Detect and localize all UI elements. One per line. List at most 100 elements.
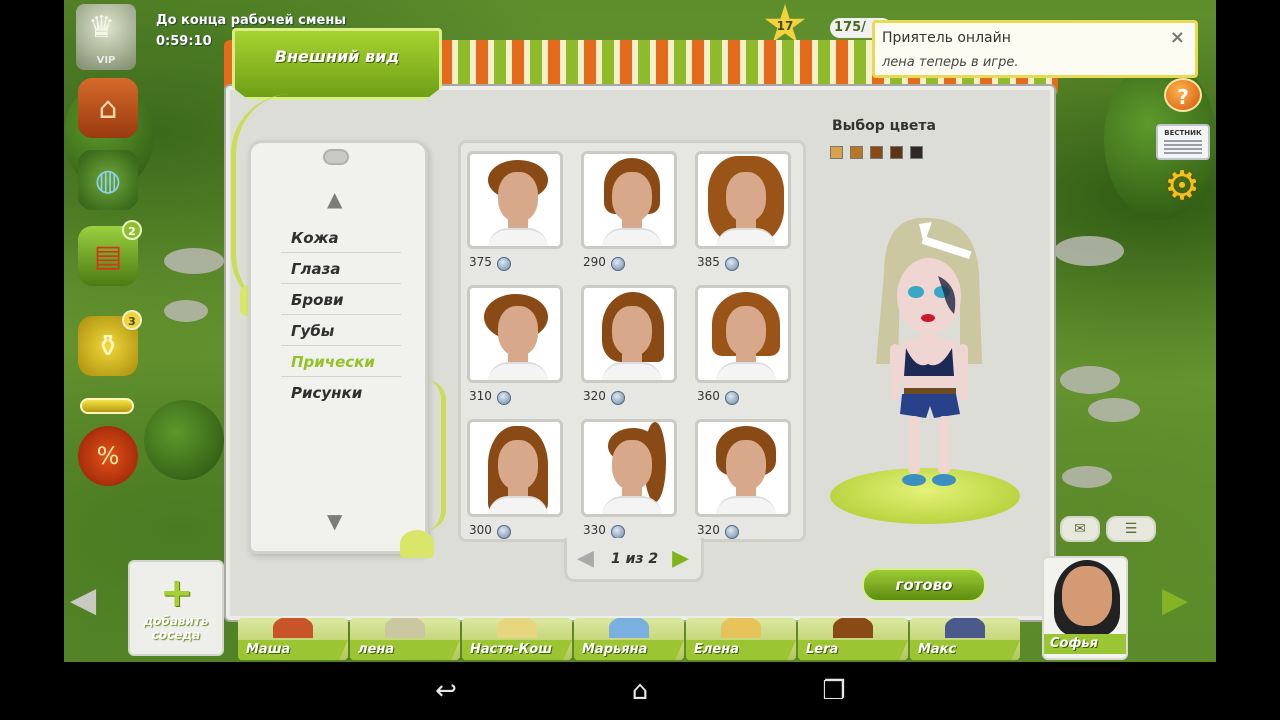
neighbor-card[interactable]: Lera: [798, 618, 908, 660]
avatar: [945, 618, 985, 638]
rope-tassel: [400, 530, 434, 558]
neighbor-card[interactable]: Макс: [910, 618, 1020, 660]
color-swatch[interactable]: [870, 146, 883, 159]
color-swatch[interactable]: [910, 146, 923, 159]
avatar-shirt: [716, 228, 776, 246]
hairstyle-card[interactable]: [695, 419, 791, 517]
crown-icon: ♛: [88, 10, 115, 45]
plus-icon: +: [160, 570, 194, 616]
hairstyle-price: 330: [583, 523, 606, 537]
prev-page-arrow-icon[interactable]: ◀: [577, 546, 594, 571]
category-lips[interactable]: Губы: [281, 316, 401, 346]
vip-badge[interactable]: ♛ VIP: [76, 4, 136, 70]
category-drawings[interactable]: Рисунки: [281, 378, 401, 408]
color-swatch[interactable]: [890, 146, 903, 159]
scroll-down-arrow-icon[interactable]: ▼: [327, 509, 342, 533]
avatar-face: [726, 440, 766, 490]
back-icon[interactable]: ↩: [426, 674, 466, 708]
home-icon[interactable]: ⌂: [620, 674, 660, 708]
recent-apps-icon[interactable]: ❐: [814, 674, 854, 708]
stone-decoration: [1088, 398, 1140, 422]
neighbor-card-featured[interactable]: Софья: [1042, 556, 1128, 660]
page-indicator: 1 из 2: [611, 551, 659, 567]
avatar-shirt: [488, 362, 548, 380]
category-brows[interactable]: Брови: [281, 285, 401, 315]
mail-button[interactable]: ✉: [1060, 516, 1100, 542]
globe-icon: ◍: [94, 162, 122, 198]
settings-button[interactable]: ⚙: [1158, 162, 1206, 210]
hairstyle-price: 320: [697, 523, 720, 537]
color-swatch[interactable]: [830, 146, 843, 159]
neighbors-next-arrow-icon[interactable]: ▶: [1162, 580, 1202, 620]
house-button[interactable]: ⌂: [78, 78, 138, 138]
menu-icon: ☰: [1124, 521, 1138, 537]
avatar-shirt: [716, 362, 776, 380]
hairstyle-price: 375: [469, 255, 492, 269]
missions-badge: 2: [122, 220, 142, 240]
hairstyle-card[interactable]: [467, 285, 563, 383]
hairstyle-card[interactable]: [581, 151, 677, 249]
hairstyle-card[interactable]: [467, 419, 563, 517]
rope-decoration: [426, 380, 446, 530]
hairstyle-card[interactable]: [467, 151, 563, 249]
watering-can-button[interactable]: ⚱ 3: [78, 310, 142, 376]
window-title-banner: Внешний вид: [232, 28, 442, 100]
neighbor-card[interactable]: Елена: [686, 618, 796, 660]
stone-decoration: [164, 248, 224, 274]
android-navigation-bar: ↩ ⌂ ❐: [0, 662, 1280, 720]
menu-button[interactable]: ☰: [1106, 516, 1156, 542]
vip-label: VIP: [96, 55, 116, 66]
neighbor-card[interactable]: Марьяна: [574, 618, 684, 660]
category-hairstyles[interactable]: Прически: [281, 347, 401, 377]
neighbor-name: Lera: [798, 640, 908, 660]
color-swatch[interactable]: [850, 146, 863, 159]
avatar-shirt: [602, 496, 662, 514]
coin-icon: [611, 257, 625, 271]
hairstyle-grid: 375 290 385 310 320 360 300 330 320: [458, 140, 806, 542]
news-button[interactable]: ВЕСТНИК: [1156, 124, 1210, 160]
window-title: Внешний вид: [274, 47, 400, 66]
neighbor-card[interactable]: лена: [350, 618, 460, 660]
missions-button[interactable]: ▤ 2: [78, 220, 142, 286]
close-icon[interactable]: ×: [1170, 27, 1185, 48]
neighbor-card[interactable]: Маша: [238, 618, 348, 660]
neighbor-card[interactable]: Настя-Кош: [462, 618, 572, 660]
notification-text: лена теперь в игре.: [882, 55, 1019, 70]
scroll-up-arrow-icon[interactable]: ▲: [327, 187, 342, 211]
neighbor-name: Софья: [1044, 634, 1126, 654]
avatar-shirt: [716, 496, 776, 514]
help-button[interactable]: ?: [1164, 78, 1202, 112]
watering-can-icon: ⚱: [95, 328, 121, 364]
avatar-face: [612, 172, 652, 222]
avatar: [721, 618, 761, 638]
hairstyle-card[interactable]: [581, 285, 677, 383]
ready-button[interactable]: готово: [862, 568, 986, 602]
neighbors-prev-arrow-icon[interactable]: ◀: [70, 580, 110, 620]
bush-decoration: [144, 400, 224, 480]
world-map-button[interactable]: ◍: [78, 150, 138, 210]
add-neighbor-button[interactable]: + добавить соседа: [128, 560, 224, 656]
avatar: [609, 618, 649, 638]
coin-icon: [497, 525, 511, 539]
avatar-face: [612, 306, 652, 356]
hairstyle-card[interactable]: [695, 285, 791, 383]
coin-icon: [497, 257, 511, 271]
sale-button[interactable]: %: [78, 426, 138, 486]
house-icon: ⌂: [98, 90, 118, 126]
neighbor-name: Елена: [686, 640, 796, 660]
hairstyle-price: 310: [469, 389, 492, 403]
category-eyes[interactable]: Глаза: [281, 254, 401, 284]
hairstyle-price: 300: [469, 523, 492, 537]
category-skin[interactable]: Кожа: [281, 223, 401, 253]
add-neighbor-label: добавить соседа: [143, 614, 209, 642]
neighbor-name: Макс: [910, 640, 1020, 660]
tag-hole: [323, 149, 349, 165]
avatar-face: [726, 172, 766, 222]
hairstyle-card[interactable]: [695, 151, 791, 249]
avatar: [497, 618, 537, 638]
hairstyle-price: 320: [583, 389, 606, 403]
hairstyle-card[interactable]: [581, 419, 677, 517]
next-page-arrow-icon[interactable]: ▶: [672, 546, 689, 571]
question-icon: ?: [1177, 85, 1189, 109]
avatar-face: [726, 306, 766, 356]
